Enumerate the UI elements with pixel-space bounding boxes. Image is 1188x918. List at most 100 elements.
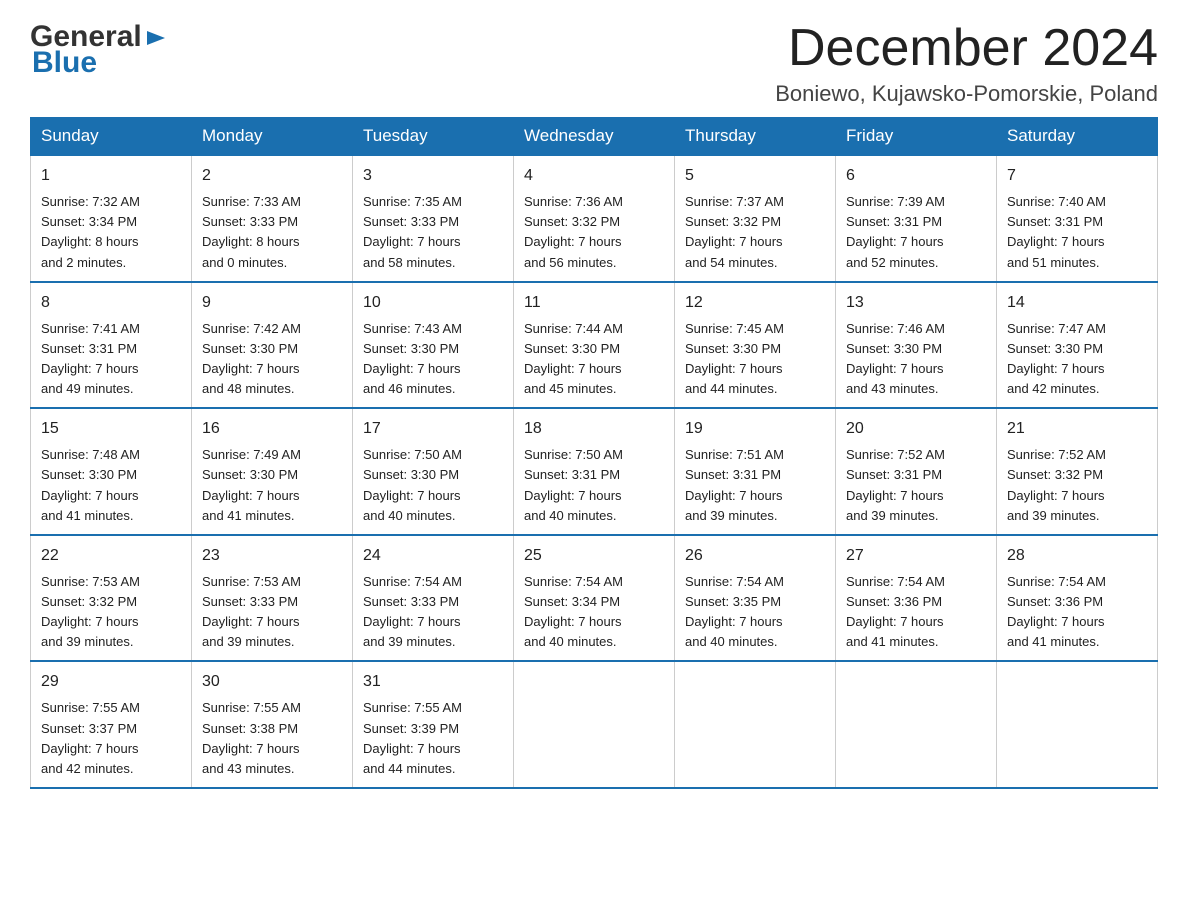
header-thursday: Thursday [675,118,836,156]
day-number: 23 [202,544,342,568]
day-number: 5 [685,164,825,188]
week-row-2: 8 Sunrise: 7:41 AMSunset: 3:31 PMDayligh… [31,282,1158,409]
day-number: 22 [41,544,181,568]
calendar-cell: 11 Sunrise: 7:44 AMSunset: 3:30 PMDaylig… [514,282,675,409]
day-info: Sunrise: 7:39 AMSunset: 3:31 PMDaylight:… [846,194,945,269]
day-number: 13 [846,291,986,315]
week-row-3: 15 Sunrise: 7:48 AMSunset: 3:30 PMDaylig… [31,408,1158,535]
day-number: 18 [524,417,664,441]
day-info: Sunrise: 7:47 AMSunset: 3:30 PMDaylight:… [1007,321,1106,396]
calendar-cell: 27 Sunrise: 7:54 AMSunset: 3:36 PMDaylig… [836,535,997,662]
day-number: 11 [524,291,664,315]
header-friday: Friday [836,118,997,156]
calendar-cell: 13 Sunrise: 7:46 AMSunset: 3:30 PMDaylig… [836,282,997,409]
day-info: Sunrise: 7:37 AMSunset: 3:32 PMDaylight:… [685,194,784,269]
day-number: 7 [1007,164,1147,188]
day-number: 16 [202,417,342,441]
calendar-cell: 26 Sunrise: 7:54 AMSunset: 3:35 PMDaylig… [675,535,836,662]
calendar-cell [836,661,997,788]
day-number: 26 [685,544,825,568]
calendar-cell: 4 Sunrise: 7:36 AMSunset: 3:32 PMDayligh… [514,155,675,282]
calendar-cell: 7 Sunrise: 7:40 AMSunset: 3:31 PMDayligh… [997,155,1158,282]
calendar-cell: 20 Sunrise: 7:52 AMSunset: 3:31 PMDaylig… [836,408,997,535]
day-info: Sunrise: 7:51 AMSunset: 3:31 PMDaylight:… [685,447,784,522]
day-info: Sunrise: 7:49 AMSunset: 3:30 PMDaylight:… [202,447,301,522]
day-number: 21 [1007,417,1147,441]
day-number: 24 [363,544,503,568]
calendar-cell: 12 Sunrise: 7:45 AMSunset: 3:30 PMDaylig… [675,282,836,409]
calendar-cell: 14 Sunrise: 7:47 AMSunset: 3:30 PMDaylig… [997,282,1158,409]
header-monday: Monday [192,118,353,156]
title-block: December 2024 Boniewo, Kujawsko-Pomorski… [775,20,1158,107]
header-saturday: Saturday [997,118,1158,156]
calendar-cell: 23 Sunrise: 7:53 AMSunset: 3:33 PMDaylig… [192,535,353,662]
day-number: 8 [41,291,181,315]
header-sunday: Sunday [31,118,192,156]
day-number: 6 [846,164,986,188]
day-info: Sunrise: 7:44 AMSunset: 3:30 PMDaylight:… [524,321,623,396]
day-info: Sunrise: 7:43 AMSunset: 3:30 PMDaylight:… [363,321,462,396]
calendar-cell: 18 Sunrise: 7:50 AMSunset: 3:31 PMDaylig… [514,408,675,535]
day-info: Sunrise: 7:50 AMSunset: 3:30 PMDaylight:… [363,447,462,522]
calendar-cell [675,661,836,788]
calendar-cell: 17 Sunrise: 7:50 AMSunset: 3:30 PMDaylig… [353,408,514,535]
day-number: 10 [363,291,503,315]
day-info: Sunrise: 7:42 AMSunset: 3:30 PMDaylight:… [202,321,301,396]
header-row: Sunday Monday Tuesday Wednesday Thursday… [31,118,1158,156]
calendar-table: Sunday Monday Tuesday Wednesday Thursday… [30,117,1158,789]
calendar-cell: 6 Sunrise: 7:39 AMSunset: 3:31 PMDayligh… [836,155,997,282]
logo-arrow-icon [145,27,167,49]
calendar-cell: 22 Sunrise: 7:53 AMSunset: 3:32 PMDaylig… [31,535,192,662]
calendar-cell: 2 Sunrise: 7:33 AMSunset: 3:33 PMDayligh… [192,155,353,282]
day-info: Sunrise: 7:53 AMSunset: 3:32 PMDaylight:… [41,574,140,649]
day-info: Sunrise: 7:53 AMSunset: 3:33 PMDaylight:… [202,574,301,649]
page: General Blue December 2024 Boniewo, Kuja… [0,0,1188,819]
day-info: Sunrise: 7:46 AMSunset: 3:30 PMDaylight:… [846,321,945,396]
day-info: Sunrise: 7:54 AMSunset: 3:33 PMDaylight:… [363,574,462,649]
week-row-5: 29 Sunrise: 7:55 AMSunset: 3:37 PMDaylig… [31,661,1158,788]
calendar-cell: 1 Sunrise: 7:32 AMSunset: 3:34 PMDayligh… [31,155,192,282]
day-info: Sunrise: 7:52 AMSunset: 3:32 PMDaylight:… [1007,447,1106,522]
day-number: 20 [846,417,986,441]
week-row-4: 22 Sunrise: 7:53 AMSunset: 3:32 PMDaylig… [31,535,1158,662]
calendar-cell: 21 Sunrise: 7:52 AMSunset: 3:32 PMDaylig… [997,408,1158,535]
calendar-cell: 30 Sunrise: 7:55 AMSunset: 3:38 PMDaylig… [192,661,353,788]
calendar-cell: 29 Sunrise: 7:55 AMSunset: 3:37 PMDaylig… [31,661,192,788]
day-number: 14 [1007,291,1147,315]
day-number: 4 [524,164,664,188]
calendar-cell: 28 Sunrise: 7:54 AMSunset: 3:36 PMDaylig… [997,535,1158,662]
day-number: 2 [202,164,342,188]
week-row-1: 1 Sunrise: 7:32 AMSunset: 3:34 PMDayligh… [31,155,1158,282]
day-number: 31 [363,670,503,694]
day-number: 28 [1007,544,1147,568]
day-number: 25 [524,544,664,568]
day-number: 1 [41,164,181,188]
day-info: Sunrise: 7:54 AMSunset: 3:34 PMDaylight:… [524,574,623,649]
calendar-cell: 15 Sunrise: 7:48 AMSunset: 3:30 PMDaylig… [31,408,192,535]
calendar-cell: 16 Sunrise: 7:49 AMSunset: 3:30 PMDaylig… [192,408,353,535]
day-info: Sunrise: 7:41 AMSunset: 3:31 PMDaylight:… [41,321,140,396]
day-info: Sunrise: 7:33 AMSunset: 3:33 PMDaylight:… [202,194,301,269]
day-number: 15 [41,417,181,441]
logo-blue-text: Blue [32,46,97,79]
day-info: Sunrise: 7:54 AMSunset: 3:35 PMDaylight:… [685,574,784,649]
header: General Blue December 2024 Boniewo, Kuja… [30,20,1158,107]
day-info: Sunrise: 7:48 AMSunset: 3:30 PMDaylight:… [41,447,140,522]
day-number: 29 [41,670,181,694]
day-info: Sunrise: 7:45 AMSunset: 3:30 PMDaylight:… [685,321,784,396]
calendar-cell [514,661,675,788]
day-number: 30 [202,670,342,694]
calendar-cell: 24 Sunrise: 7:54 AMSunset: 3:33 PMDaylig… [353,535,514,662]
day-info: Sunrise: 7:55 AMSunset: 3:39 PMDaylight:… [363,700,462,775]
header-wednesday: Wednesday [514,118,675,156]
calendar-cell: 10 Sunrise: 7:43 AMSunset: 3:30 PMDaylig… [353,282,514,409]
calendar-cell: 31 Sunrise: 7:55 AMSunset: 3:39 PMDaylig… [353,661,514,788]
day-info: Sunrise: 7:52 AMSunset: 3:31 PMDaylight:… [846,447,945,522]
day-info: Sunrise: 7:35 AMSunset: 3:33 PMDaylight:… [363,194,462,269]
day-number: 27 [846,544,986,568]
header-tuesday: Tuesday [353,118,514,156]
logo: General Blue [30,20,167,80]
location-title: Boniewo, Kujawsko-Pomorskie, Poland [775,81,1158,107]
day-number: 9 [202,291,342,315]
calendar-cell: 9 Sunrise: 7:42 AMSunset: 3:30 PMDayligh… [192,282,353,409]
